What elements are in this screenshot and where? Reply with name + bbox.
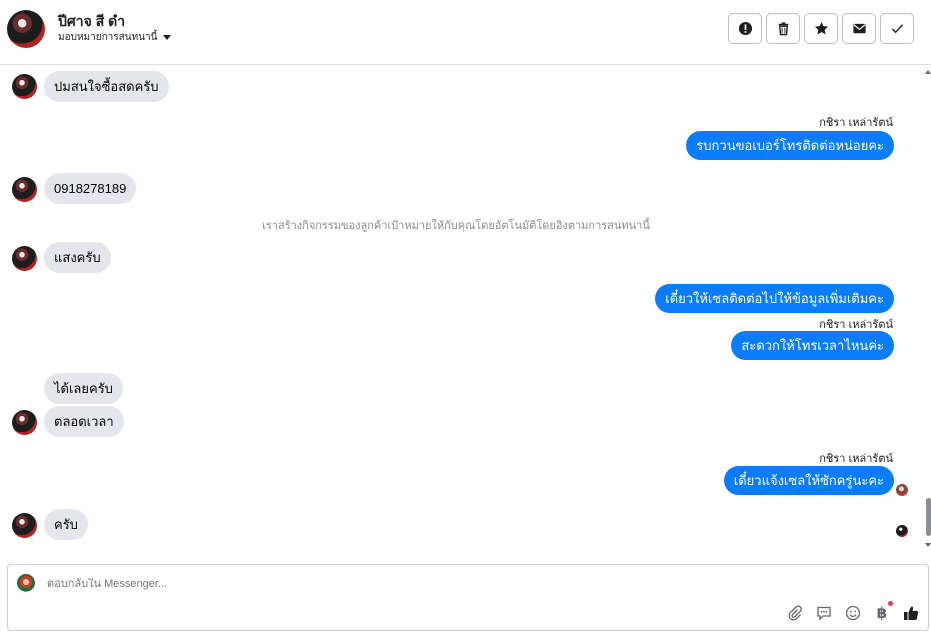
seen-avatar (896, 484, 908, 496)
baht-icon: ฿ (876, 605, 888, 622)
scrollbar-thumb[interactable] (926, 498, 931, 536)
incoming-message[interactable]: ปมสนใจซื้อสดครับ (44, 71, 169, 102)
sender-avatar (12, 410, 37, 435)
incoming-message[interactable]: ครับ (44, 509, 88, 540)
incoming-message[interactable]: ได้เลยครับ (44, 373, 123, 404)
check-icon (891, 24, 903, 34)
payment-button[interactable]: ฿ (873, 601, 893, 622)
reply-composer: ฿ (7, 564, 929, 631)
sender-name: กชิรา เหล่ารัตน์ (819, 453, 893, 465)
incoming-message[interactable]: แสงครับ (44, 242, 111, 273)
like-icon (904, 606, 919, 620)
message-thread[interactable]: ปมสนใจซื้อสดครับ กชิรา เหล่ารัตน์ รบกวนข… (0, 66, 925, 560)
mark-done-button[interactable] (880, 13, 914, 44)
header-actions (728, 13, 914, 44)
sender-avatar (12, 246, 37, 271)
saved-reply-icon (817, 606, 831, 621)
scroll-down-arrow[interactable] (925, 543, 931, 547)
outgoing-message[interactable]: เดี๋ยวแจ้งเซลให้ซักครู่นะคะ (723, 466, 894, 495)
incoming-message[interactable]: ตลอดเวลา (44, 406, 124, 437)
assign-conversation-dropdown[interactable]: มอบหมายการสนทนานี้ (58, 30, 172, 45)
star-button[interactable] (804, 13, 838, 44)
incoming-message[interactable]: 0918278189 (44, 173, 137, 204)
saved-replies-button[interactable] (815, 604, 833, 622)
alert-icon (738, 21, 752, 36)
reply-input[interactable] (47, 578, 747, 590)
mark-unread-button[interactable] (842, 13, 876, 44)
contact-avatar[interactable] (7, 10, 45, 48)
outgoing-message[interactable]: สะดวกให้โทรเวลาไหนค่ะ (731, 331, 894, 360)
sender-avatar (12, 177, 37, 202)
page-avatar (17, 574, 35, 592)
sender-avatar (12, 74, 37, 99)
trash-icon (778, 22, 788, 36)
outgoing-message[interactable]: เดี๋ยวให้เซลติดต่อไปให้ข้อมูลเพิ่มเติมคะ (655, 284, 894, 313)
notification-dot (888, 601, 893, 606)
delete-button[interactable] (766, 13, 800, 44)
like-button[interactable] (902, 604, 920, 622)
sender-name: กชิรา เหล่ารัตน์ (819, 117, 893, 129)
star-icon (814, 21, 828, 35)
emoji-button[interactable] (844, 604, 862, 622)
mark-spam-button[interactable] (728, 13, 762, 44)
scroll-up-arrow[interactable] (925, 70, 931, 74)
conversation-header: ปีศาจ สี ดำ มอบหมายการสนทนานี้ (0, 0, 931, 65)
attach-button[interactable] (786, 604, 804, 622)
sender-avatar (12, 513, 37, 538)
assign-label: มอบหมายการสนทนานี้ (58, 32, 158, 43)
outgoing-message[interactable]: รบกวนขอเบอร์โทรติดต่อหน่อยคะ (686, 131, 894, 160)
composer-toolbar: ฿ (786, 601, 920, 622)
emoji-icon (845, 605, 861, 621)
seen-avatar (896, 525, 908, 537)
paperclip-icon (788, 605, 802, 621)
caret-down-icon (163, 35, 172, 40)
envelope-icon (852, 23, 866, 34)
system-note: เราสร้างกิจกรรมของลูกค้าเป้าหมายให้กับคุ… (262, 220, 650, 232)
